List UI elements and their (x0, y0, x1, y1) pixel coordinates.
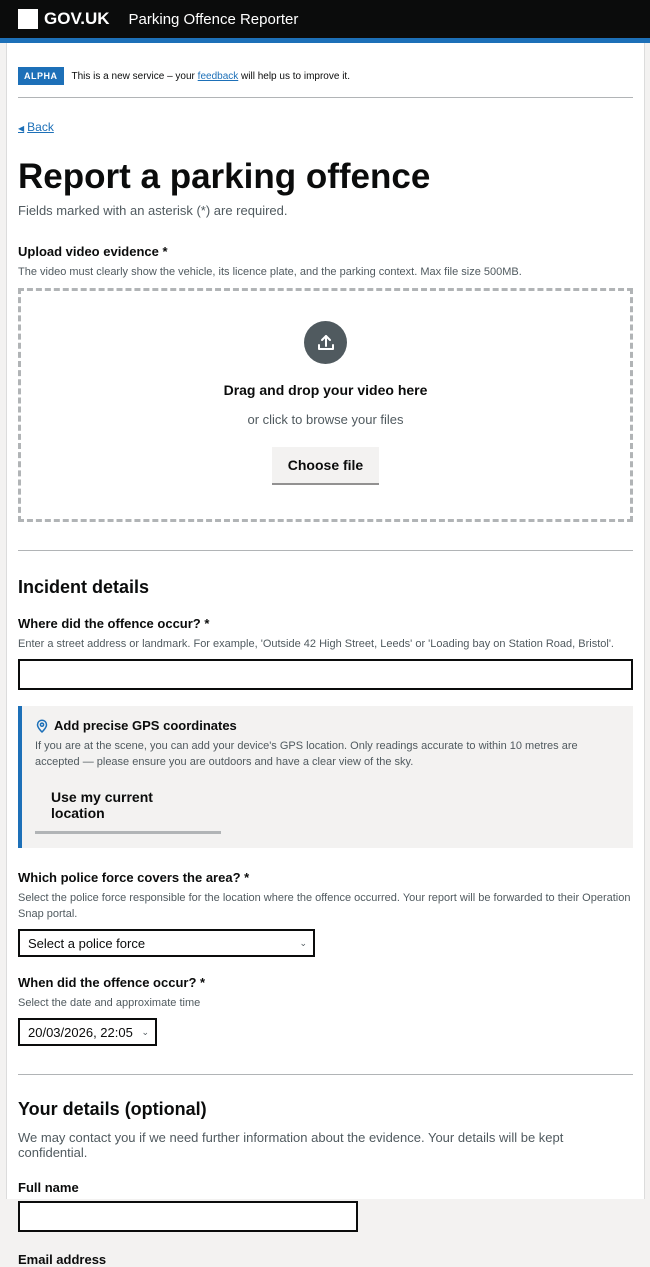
full-name-input[interactable] (18, 1201, 358, 1233)
when-label: When did the offence occur? * (18, 975, 206, 991)
email-label: Email address (18, 1252, 107, 1267)
govuk-header: GOV.UK Parking Offence Reporter (0, 0, 650, 43)
upload-label: Upload video evidence * (18, 243, 168, 259)
gps-text: If you are at the scene, you can add you… (35, 740, 578, 769)
section-divider (18, 550, 633, 552)
your-details-heading: Your details (optional) (18, 1099, 207, 1120)
gps-title: Add precise GPS coordinates (54, 718, 237, 734)
full-name-label: Full name (18, 1180, 79, 1196)
datetime-value: 20/03/2026, 22:05 (28, 1024, 133, 1040)
back-link-label: Back (27, 120, 54, 134)
page-container: ALPHA This is a new service – your feedb… (6, 43, 645, 1267)
datetime-input[interactable]: 20/03/2026, 22:05 ⌄ (18, 1018, 157, 1047)
police-force-select[interactable]: Select a police force ⌄ (18, 929, 315, 958)
chevron-down-icon: ⌄ (141, 1026, 149, 1037)
police-selected-value: Select a police force (28, 935, 146, 951)
police-hint: Select the police force responsible for … (18, 892, 631, 921)
feedback-link[interactable]: feedback (198, 71, 239, 82)
phase-tag: ALPHA (18, 67, 64, 85)
logo-text: GOV.UK (44, 9, 110, 28)
upload-hint: The video must clearly show the vehicle,… (18, 265, 522, 278)
section-divider (18, 1074, 633, 1076)
crown-icon (18, 9, 38, 29)
location-label: Where did the offence occur? * (18, 616, 210, 632)
location-input[interactable] (18, 659, 633, 691)
phase-text-before: This is a new service – your (71, 70, 198, 82)
your-details-hint: We may contact you if we need further in… (18, 1130, 564, 1161)
phase-banner: ALPHA This is a new service – your feedb… (18, 67, 633, 98)
upload-icon (304, 321, 347, 365)
page-title: Report a parking offence (18, 157, 431, 196)
drop-subtitle: or click to browse your files (247, 412, 404, 428)
phase-text: This is a new service – your feedback wi… (72, 71, 350, 82)
police-label: Which police force covers the area? * (18, 870, 250, 886)
drop-title: Drag and drop your video here (223, 382, 428, 399)
back-link[interactable]: ◀ Back (18, 120, 54, 134)
chevron-down-icon: ⌄ (299, 937, 307, 948)
gps-panel: Add precise GPS coordinates If you are a… (18, 706, 633, 849)
location-hint: Enter a street address or landmark. For … (18, 638, 614, 651)
phase-text-after: will help us to improve it. (238, 70, 350, 82)
incident-heading: Incident details (18, 577, 150, 598)
location-pin-icon (36, 719, 48, 733)
video-dropzone[interactable]: Drag and drop your video here or click t… (18, 288, 633, 523)
required-note: Fields marked with an asterisk (*) are r… (18, 202, 288, 218)
back-triangle-icon: ◀ (18, 124, 25, 133)
choose-file-button[interactable]: Choose file (271, 447, 380, 486)
when-hint: Select the date and approximate time (18, 997, 201, 1010)
govuk-logo[interactable]: GOV.UK (18, 9, 110, 29)
use-location-button[interactable]: Use my current location (35, 781, 221, 835)
gps-title-row: Add precise GPS coordinates (35, 718, 621, 733)
service-name[interactable]: Parking Offence Reporter (129, 11, 299, 28)
